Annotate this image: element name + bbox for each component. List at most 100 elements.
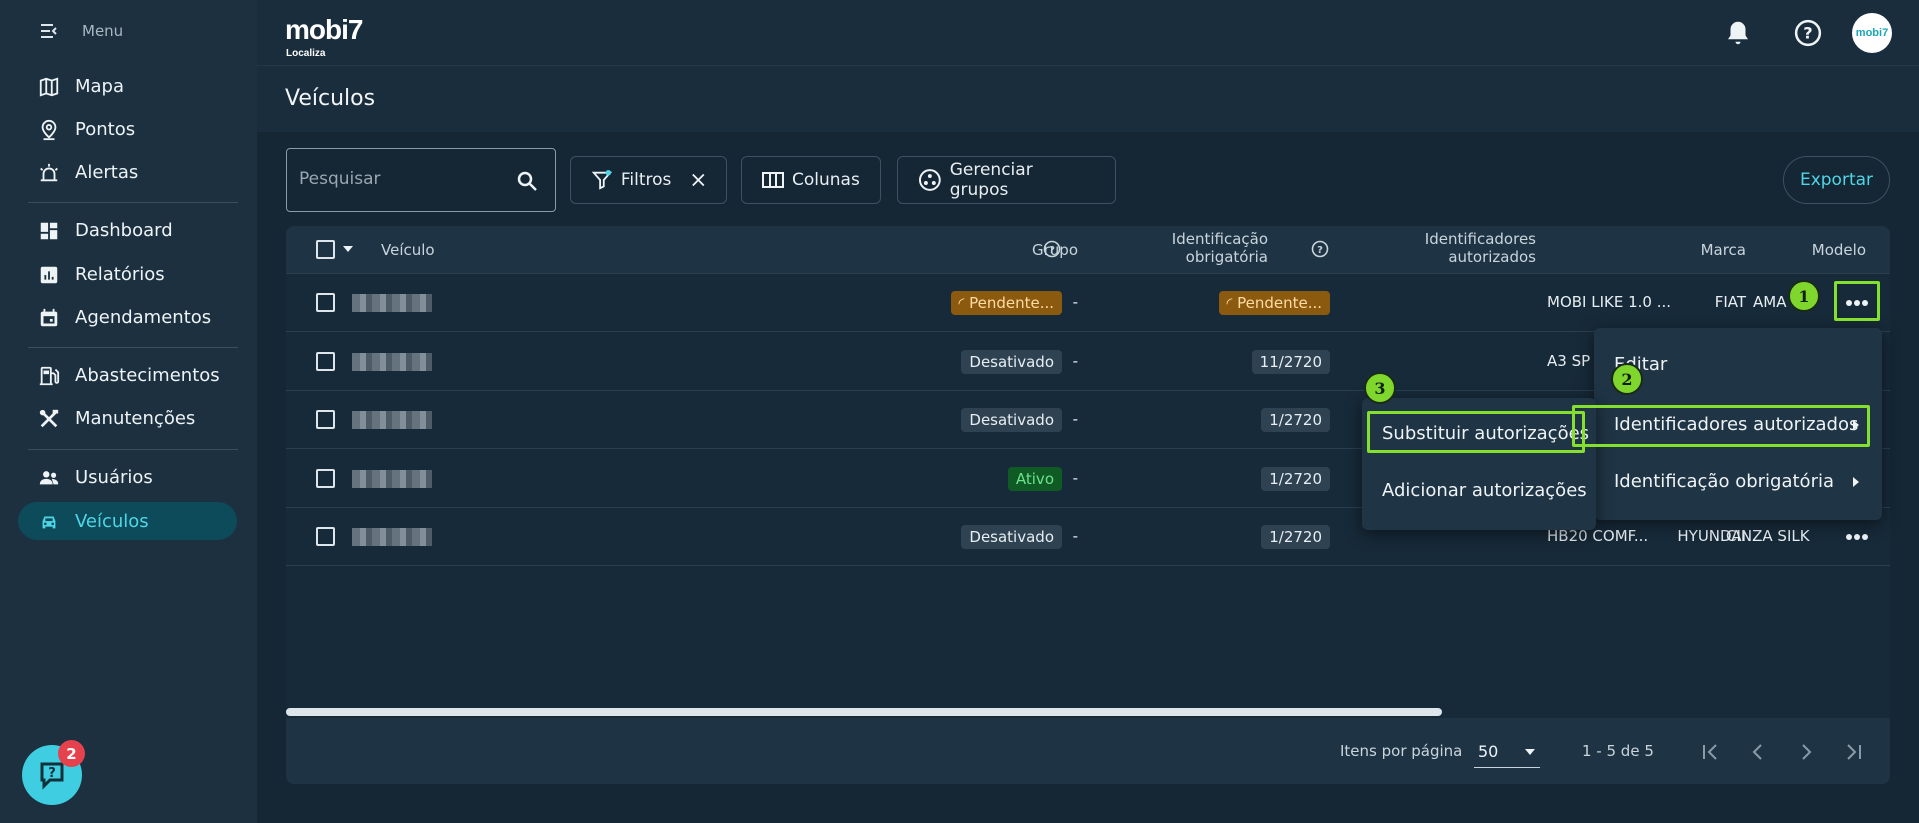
filter-icon	[591, 169, 613, 190]
column-header-brand[interactable]: Marca	[1616, 241, 1746, 259]
svg-text:?: ?	[1803, 24, 1812, 43]
sidebar-item-label: Pontos	[75, 118, 136, 140]
next-page-icon[interactable]	[1794, 740, 1818, 764]
row-checkbox[interactable]	[316, 410, 335, 429]
manage-groups-button[interactable]: Gerenciar grupos	[897, 156, 1116, 204]
menu-label: Menu	[82, 22, 124, 40]
vehicle-plate-redacted	[352, 469, 432, 488]
sidebar-item-alertas[interactable]: Alertas	[18, 153, 237, 191]
fuel-pump-icon	[39, 366, 60, 386]
scrollbar-thumb[interactable]	[286, 708, 1442, 716]
car-icon	[42, 516, 56, 529]
column-header-authorized-ids[interactable]: Identificadores autorizados	[1376, 230, 1536, 266]
chevron-down-icon	[1525, 749, 1535, 755]
nav-divider	[28, 347, 238, 348]
mobi7-logo[interactable]: mobi7 Localiza	[285, 10, 375, 60]
select-all-checkbox[interactable]	[316, 240, 335, 259]
help-chat-icon: ?	[40, 762, 64, 790]
sidebar-item-usuarios[interactable]: Usuários	[18, 458, 237, 496]
row-checkbox[interactable]	[316, 468, 335, 488]
search-field[interactable]	[286, 148, 556, 212]
report-chart-icon	[40, 266, 58, 284]
vehicle-plate-redacted	[352, 352, 432, 371]
highlight-box	[1834, 281, 1880, 321]
menu-item-add-authorizations[interactable]: Adicionar autorizações	[1362, 462, 1596, 518]
nav-divider	[28, 202, 238, 203]
last-page-icon[interactable]	[1842, 740, 1866, 764]
sidebar-item-abastecimentos[interactable]: Abastecimentos	[18, 356, 237, 394]
column-header-color[interactable]: Cor	[1896, 241, 1919, 259]
column-header-model[interactable]: Modelo	[1746, 241, 1866, 259]
menu-toggle[interactable]: Menu	[40, 22, 123, 40]
sidebar-item-mapa[interactable]: Mapa	[18, 67, 237, 105]
sidebar-item-agendamentos[interactable]: Agendamentos	[18, 298, 237, 336]
notification-bell-icon[interactable]	[1723, 18, 1753, 48]
svg-text:?: ?	[48, 766, 56, 781]
svg-text:?: ?	[1049, 245, 1055, 256]
vehicle-plate-redacted	[352, 411, 432, 429]
sidebar-item-veiculos[interactable]: Veículos	[18, 502, 237, 540]
help-circle-icon[interactable]: ?	[1793, 18, 1823, 48]
chevron-down-icon[interactable]	[342, 245, 354, 253]
dashboard-icon	[40, 222, 58, 240]
sidebar-item-label: Alertas	[75, 161, 139, 183]
table-footer: Itens por página 50 1 - 5 de 5	[286, 718, 1890, 784]
color-cell: AMA	[1753, 293, 1787, 311]
sidebar-item-label: Dashboard	[75, 219, 173, 241]
help-circle-icon[interactable]: ?	[1043, 240, 1061, 258]
authorized-ids-badge: 11/2720	[1251, 349, 1330, 374]
table-header: Veículo Grupo Identificação obrigatória …	[286, 226, 1890, 274]
previous-page-icon[interactable]	[1746, 740, 1770, 764]
step-marker: 3	[1364, 372, 1396, 404]
svg-text:?: ?	[1317, 245, 1323, 256]
page-title: Veículos	[285, 86, 376, 111]
authorized-ids-badge: ◜ Pendente...	[1218, 291, 1330, 315]
vehicle-plate-redacted	[352, 528, 432, 546]
sidebar-item-dashboard[interactable]: Dashboard	[18, 211, 237, 249]
more-options-icon[interactable]	[1845, 533, 1869, 541]
row-checkbox[interactable]	[316, 351, 335, 371]
authorized-ids-badge: 1/2720	[1261, 408, 1330, 432]
groups-icon	[918, 169, 941, 191]
required-id-status-badge: Desativado	[961, 525, 1062, 549]
table-row[interactable]: - ◜ Pendente... ◜ Pendente... FIAT MOBI LIKE…	[286, 274, 1890, 332]
export-button[interactable]: Exportar	[1783, 156, 1890, 204]
first-page-icon[interactable]	[1698, 740, 1722, 764]
column-header-vehicle[interactable]: Veículo	[381, 241, 435, 259]
sidebar-item-pontos[interactable]: Pontos	[18, 110, 237, 148]
filters-label: Filtros	[620, 170, 672, 190]
pagination-range: 1 - 5 de 5	[1582, 742, 1654, 760]
page-header: Veículos	[257, 66, 1919, 132]
row-checkbox[interactable]	[316, 293, 335, 312]
columns-label: Colunas	[792, 170, 860, 190]
search-icon[interactable]	[515, 169, 539, 193]
required-id-status-badge: Desativado	[961, 408, 1062, 432]
columns-button[interactable]: Colunas	[741, 156, 881, 204]
search-input[interactable]	[299, 169, 499, 189]
help-badge: 2	[58, 740, 85, 767]
sidebar-item-label: Usuários	[75, 466, 153, 488]
row-checkbox[interactable]	[316, 527, 335, 546]
help-circle-icon[interactable]: ?	[1311, 240, 1329, 258]
sidebar-item-manutencoes[interactable]: Manutenções	[18, 399, 237, 437]
items-per-page-label: Itens por página	[1340, 742, 1463, 760]
user-avatar[interactable]: mobi7	[1852, 13, 1892, 53]
filters-button[interactable]: Filtros	[570, 156, 727, 204]
sidebar-item-label: Abastecimentos	[75, 364, 220, 386]
alarm-light-icon	[40, 163, 58, 182]
close-icon[interactable]	[691, 172, 706, 188]
nav-divider	[28, 449, 238, 450]
column-header-required-id[interactable]: Identificação obrigatória	[1116, 230, 1268, 266]
required-id-status-badge: Ativo	[1007, 466, 1062, 491]
authorized-ids-badge: 1/2720	[1261, 466, 1330, 491]
sidebar-item-label: Relatórios	[75, 263, 165, 285]
items-per-page-select[interactable]: 50	[1474, 734, 1540, 768]
sidebar-item-label: Mapa	[75, 75, 125, 97]
calendar-icon	[40, 308, 58, 327]
sidebar-item-relatorios[interactable]: Relatórios	[18, 255, 237, 293]
top-bar: mobi7 Localiza ?	[257, 0, 1919, 66]
sidebar-item-label: Manutenções	[75, 407, 196, 429]
menu-collapse-icon	[41, 24, 57, 38]
menu-item-required-identification[interactable]: Identificação obrigatória	[1594, 453, 1882, 509]
sidebar: Menu Mapa Pontos Alertas Dashboard Relat…	[0, 0, 257, 823]
